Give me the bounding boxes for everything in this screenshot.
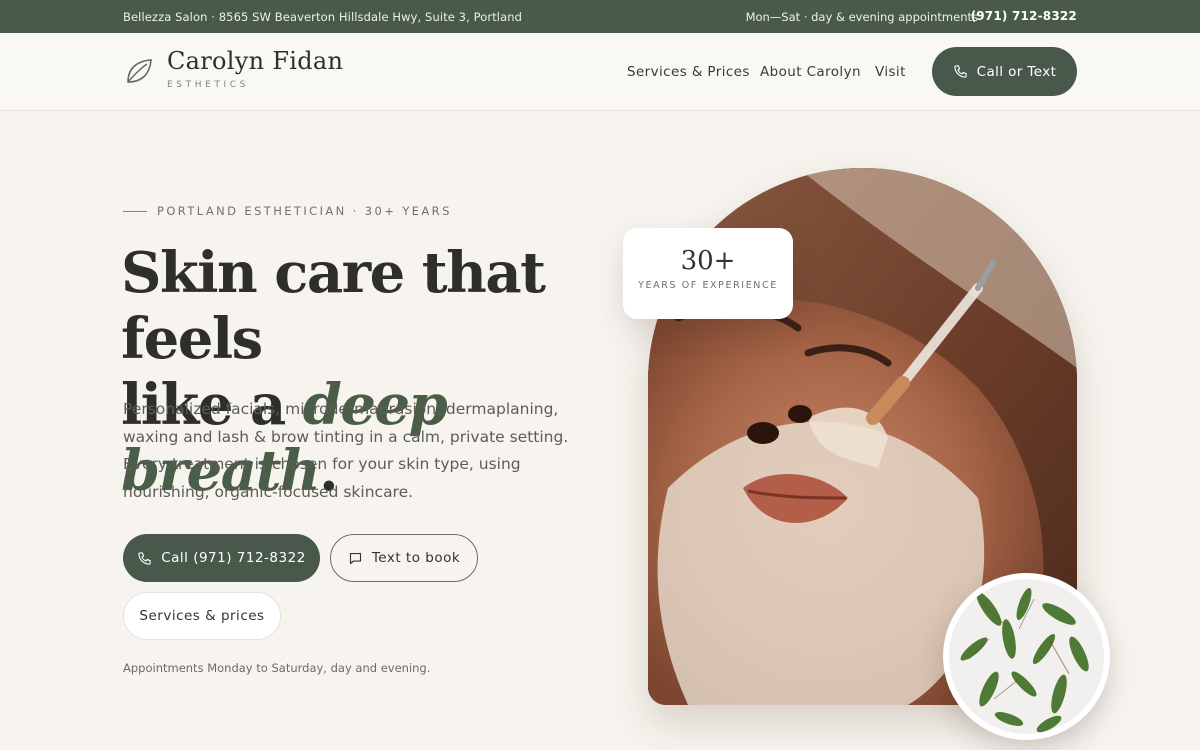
text-to-book-button[interactable]: Text to book [330, 534, 478, 582]
leaves-photo [943, 573, 1110, 740]
brand-logo[interactable]: Carolyn Fidan ESTHETICS [123, 47, 383, 97]
experience-number: 30+ [680, 246, 736, 276]
salon-address: Bellezza Salon · 8565 SW Beaverton Hills… [123, 10, 523, 24]
call-or-text-label: Call or Text [976, 63, 1057, 80]
business-hours: Mon—Sat · day & evening appointments [745, 10, 978, 24]
nav-about-carolyn[interactable]: About Carolyn [760, 64, 861, 80]
text-to-book-label: Text to book [371, 550, 461, 566]
experience-label: YEARS OF EXPERIENCE [638, 280, 778, 291]
hero-intro: Personalized facials, microdermabrasion,… [123, 400, 569, 501]
brand-subtitle: ESTHETICS [167, 80, 249, 90]
phone-icon [138, 551, 151, 565]
phone-icon [953, 65, 967, 78]
experience-card: 30+ YEARS OF EXPERIENCE [623, 228, 793, 319]
appointments-note: Appointments Monday to Saturday, day and… [123, 661, 431, 675]
services-prices-label: Services & prices [139, 608, 265, 624]
call-phone-label: Call (971) 712-8322 [161, 550, 306, 566]
eyebrow-divider [123, 210, 147, 212]
leaf-icon [127, 59, 152, 83]
services-prices-button[interactable]: Services & prices [123, 592, 281, 640]
call-or-text-button[interactable]: Call or Text [932, 47, 1077, 96]
message-icon [349, 552, 361, 564]
call-phone-button[interactable]: Call (971) 712-8322 [123, 534, 320, 582]
leaves-illustration [949, 579, 1104, 734]
topbar-phone-link[interactable]: (971) 712-8322 [971, 9, 1077, 23]
brand-name: Carolyn Fidan [167, 47, 344, 75]
site-header: Carolyn Fidan ESTHETICS Services & Price… [0, 33, 1200, 111]
eyebrow-text: PORTLAND ESTHETICIAN · 30+ YEARS [157, 204, 452, 218]
top-info-bar: Bellezza Salon · 8565 SW Beaverton Hills… [0, 0, 1200, 33]
hero-eyebrow: PORTLAND ESTHETICIAN · 30+ YEARS [123, 204, 452, 218]
nav-services-prices[interactable]: Services & Prices [627, 64, 750, 80]
headline-line-1: Skin care that feels [121, 240, 546, 372]
nav-visit[interactable]: Visit [875, 64, 906, 80]
